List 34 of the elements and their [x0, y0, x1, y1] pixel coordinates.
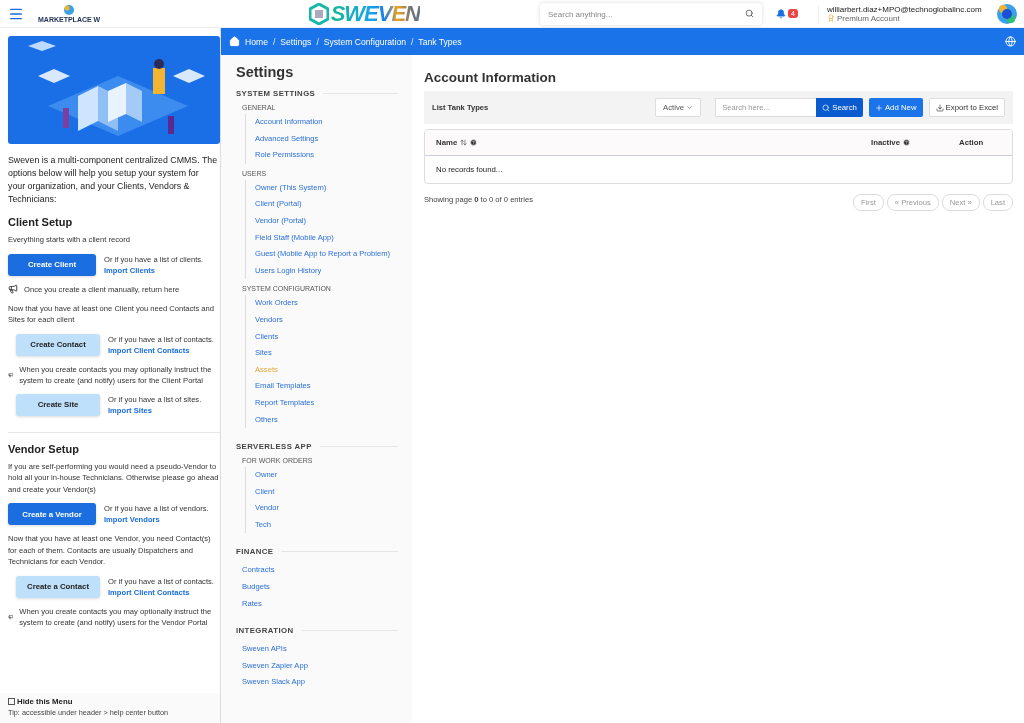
megaphone-icon: [8, 611, 14, 622]
help-icon: [470, 139, 478, 146]
page-title: Account Information: [424, 70, 557, 85]
search-icon[interactable]: [745, 8, 754, 18]
search-field[interactable]: Search anything...: [540, 3, 762, 25]
home-icon[interactable]: [229, 36, 240, 47]
award-icon: [826, 14, 835, 22]
breadcrumb-link[interactable]: Home: [245, 36, 268, 47]
settings-title: Settings: [236, 64, 295, 80]
user-email: williarbert.diaz+MPO@technoglobalinc.com: [826, 4, 982, 14]
globe-icon[interactable]: [1005, 36, 1016, 47]
sort-icon: [460, 139, 468, 146]
breadcrumb-link[interactable]: Tank Types: [418, 36, 462, 47]
bell-icon[interactable]: [776, 8, 786, 19]
breadcrumb-link[interactable]: Settings: [280, 36, 312, 47]
section-heading: Vendor Setup: [8, 442, 80, 455]
logo-icon: [63, 3, 76, 16]
account-type: Premium Account: [836, 13, 900, 23]
help-icon: [903, 139, 911, 146]
megaphone-icon: [8, 369, 14, 380]
section-heading: Client Setup: [8, 216, 74, 228]
plus-icon: [874, 103, 883, 112]
intro-text: Sweven is a multi-component centralized CMMS. The options below will help you setup your system for your organization, and your Clients, Vendors & Technicians:: [8, 154, 219, 206]
search-icon: [822, 103, 831, 112]
hexagon-logo-icon: [308, 2, 329, 25]
download-icon: [935, 103, 944, 112]
caret-icon: [686, 104, 694, 111]
breadcrumb-separator: /: [410, 36, 414, 47]
breadcrumb-separator: /: [272, 36, 276, 47]
avatar-icon[interactable]: [995, 2, 1018, 25]
breadcrumb-separator: /: [316, 36, 319, 47]
breadcrumb-link[interactable]: System Configuration: [323, 36, 406, 47]
checkbox[interactable]: [8, 698, 15, 705]
megaphone-icon: [8, 284, 18, 294]
